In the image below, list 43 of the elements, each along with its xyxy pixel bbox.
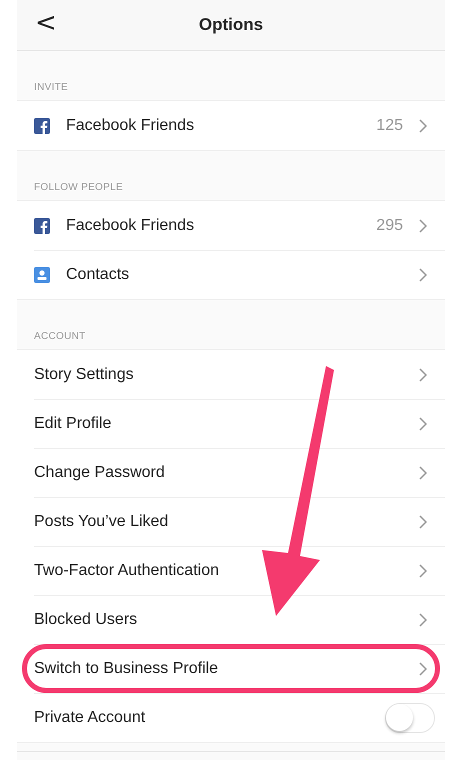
settings-row[interactable]: Contacts [17,250,445,299]
chevron-icon [419,118,427,132]
friend-count: 295 [376,216,403,234]
chevron-icon [419,662,427,676]
settings-row[interactable]: Private Account [17,693,445,742]
row-label: Facebook Friends [66,116,196,134]
chevron-icon [419,268,427,282]
chevron-icon [419,612,427,626]
chevron-icon [419,564,427,578]
toggle-switch[interactable] [385,702,435,732]
settings-row[interactable]: Edit Profile [17,399,445,448]
back-button[interactable]: < [31,8,61,38]
row-label: Switch to Business Profile [34,660,220,678]
row-label: Private Account [34,708,146,726]
row-label: Story Settings [34,366,135,384]
chevron-icon [419,416,427,430]
chevron-icon [419,368,427,382]
settings-row[interactable]: Posts You’ve Liked [17,497,445,546]
settings-row[interactable]: Two-Factor Authentication [17,546,445,595]
settings-row[interactable]: Facebook Friends 125 [17,101,445,150]
row-label: Posts You’ve Liked [34,512,170,530]
section-heading: ACCOUNT [34,331,86,342]
facebook-icon [34,118,50,134]
row-label: Edit Profile [34,414,112,432]
section-heading: INVITE [34,82,68,93]
row-label: Contacts [66,266,130,284]
chevron-icon [419,466,427,480]
chevron-icon [419,218,427,232]
chevron-icon [419,514,427,528]
row-label: Facebook Friends [66,216,196,234]
row-label: Two-Factor Authentication [34,562,220,580]
friend-count: 125 [376,116,403,134]
settings-row[interactable]: Switch to Business Profile [17,644,445,693]
settings-row[interactable]: Change Password [17,448,445,497]
section-heading: FOLLOW PEOPLE [34,182,123,193]
contact-card-icon [34,266,50,282]
row-label: Blocked Users [34,610,138,628]
screen-title: Options [198,15,264,35]
settings-row[interactable]: Facebook Friends 295 [17,201,445,250]
row-label: Change Password [34,464,166,482]
facebook-icon [34,218,50,234]
settings-row[interactable]: Story Settings [17,350,445,399]
settings-row[interactable]: Blocked Users [17,595,445,644]
